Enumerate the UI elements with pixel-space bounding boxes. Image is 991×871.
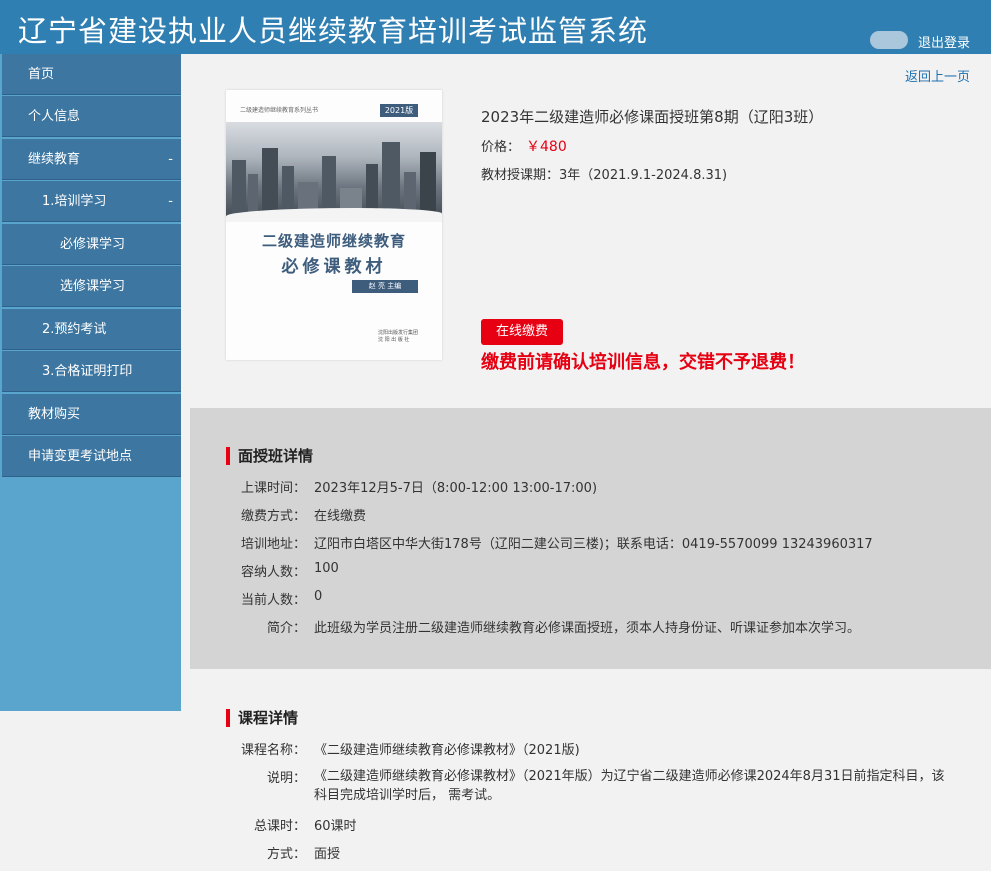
book-title-line2: 必修课教材 [281,257,387,277]
study-mode-label: 方式： [266,847,306,862]
book-series: 二级建造师继续教育系列丛书 [240,107,319,114]
class-details-title: 面授班详情 [226,447,313,465]
sidebar-item-label: 选修课学习 [60,279,126,294]
sidebar-item-required-courses[interactable]: 必修课学习 [2,224,181,265]
sidebar-item-personal-info[interactable]: 个人信息 [2,96,181,137]
book-publisher: 沈阳出版发行集团 沈 阳 出 版 社 [378,330,418,344]
price-value: ￥480 [526,139,567,155]
logout-link[interactable]: 退出登录 [918,32,970,51]
training-address-label: 培训地址： [240,537,306,552]
sidebar-item-label: 1.培训学习 [42,194,107,209]
book-cover-photo [226,122,442,222]
sidebar-item-book-exam[interactable]: 2.预约考试 [2,309,181,350]
class-intro-value: 此班级为学员注册二级建造师继续教育必修课面授班，须本人持身份证、听课证参加本次学… [314,621,861,636]
class-time-label: 上课时间： [240,481,306,496]
capacity-value: 100 [314,561,339,576]
sidebar-item-label: 继续教育 [28,152,81,167]
price-row: 价格： ￥480 [481,136,567,156]
course-description-value: 《二级建造师继续教育必修课教材》（2021年版）为辽宁省二级建造师必修课2024… [314,769,945,803]
sidebar-item-continuing-education[interactable]: 继续教育 - [2,139,181,180]
sidebar-item-elective-courses[interactable]: 选修课学习 [2,266,181,307]
class-intro-label: 简介： [266,621,306,636]
top-bar: 辽宁省建设执业人员继续教育培训考试监管系统 退出登录 [0,0,991,54]
sidebar-item-change-exam-location[interactable]: 申请变更考试地点 [2,436,181,477]
sidebar-item-label: 3.合格证明打印 [42,364,133,379]
book-edition-badge: 2021版 [380,104,418,117]
book-publisher-line1: 沈阳出版发行集团 [378,330,419,336]
study-mode-value: 面授 [314,847,341,862]
current-count-label: 当前人数： [240,593,306,608]
sidebar-item-label: 个人信息 [28,109,81,124]
sidebar-item-certificate-print[interactable]: 3.合格证明打印 [2,351,181,392]
course-details-title: 课程详情 [226,709,298,727]
sidebar-item-training[interactable]: 1.培训学习 - [2,181,181,222]
sidebar-item-label: 教材购买 [28,407,81,422]
payment-method-value: 在线缴费 [314,509,367,524]
collapse-indicator: - [168,194,173,209]
payment-method-label: 缴费方式： [240,509,306,524]
sidebar-item-label: 必修课学习 [60,237,126,252]
sidebar-item-home[interactable]: 首页 [2,54,181,95]
user-avatar-blurred [870,31,908,49]
course-name: 2023年二级建造师必修课面授班第8期（辽阳3班） [481,108,824,126]
training-address-value: 辽阳市白塔区中华大街178号（辽阳二建公司三楼)；联系电话：0419-55700… [314,537,873,552]
payment-warning: 缴费前请确认培训信息，交错不予退费！ [481,352,805,373]
sidebar-item-label: 首页 [28,67,55,82]
sidebar: 首页 个人信息 继续教育 - 1.培训学习 - 必修课学习 选修课学习 2.预约… [0,54,181,711]
online-payment-button[interactable]: 在线缴费 [481,319,563,345]
sidebar-item-textbook-purchase[interactable]: 教材购买 [2,394,181,435]
book-publisher-line2: 沈 阳 出 版 社 [378,337,410,343]
course-name-value: 《二级建造师继续教育必修课教材》（2021版) [314,743,580,758]
back-link[interactable]: 返回上一页 [905,66,970,85]
price-label: 价格： [481,140,521,155]
current-count-value: 0 [314,589,323,604]
total-hours-value: 60课时 [314,819,357,834]
sidebar-item-label: 2.预约考试 [42,322,107,337]
book-author: 赵 亮 主编 [352,280,418,293]
book-cover-image: 二级建造师继续教育系列丛书 2021版 二级建造师继续教育 必修课教材 赵 亮 … [226,90,442,360]
course-name-label: 课程名称： [240,743,306,758]
course-period: 教材授课期：3年（2021.9.1-2024.8.31) [481,168,728,183]
app-title: 辽宁省建设执业人员继续教育培训考试监管系统 [18,14,649,48]
book-title-line1: 二级建造师继续教育 [261,232,406,250]
capacity-label: 容纳人数： [240,565,306,580]
total-hours-label: 总课时： [253,819,306,834]
collapse-indicator: - [168,152,173,167]
class-time-value: 2023年12月5-7日（8:00-12:00 13:00-17:00) [314,481,598,496]
course-description-label: 说明： [266,771,306,786]
sidebar-item-label: 申请变更考试地点 [28,449,133,464]
